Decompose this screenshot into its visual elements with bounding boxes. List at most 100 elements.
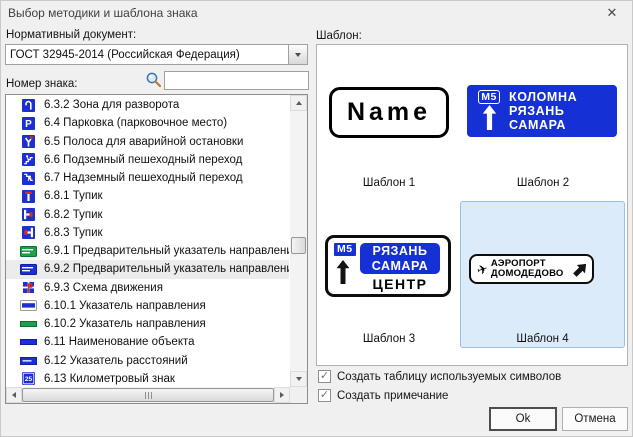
template-4-sign: ✈ АЭРОПОРТ ДОМОДЕДОВО [469,254,594,284]
template-2-caption: Шаблон 2 [461,177,625,189]
list-item-label: 6.5 Полоса для аварийной остановки [44,136,243,148]
list-item[interactable]: 6.9.1 Предварительный указатель направле… [6,242,289,260]
km-icon: 25 [19,372,37,385]
template-1-sign: Name [329,87,449,138]
list-item[interactable]: 6.9.3 Схема движения [6,279,289,297]
template-2-tile[interactable]: М5 КОЛОМНА РЯЗАНЬ САМАРА Шаблон 2 [461,63,625,200]
sign-green-icon [19,246,37,257]
template-3-tile[interactable]: М5 РЯЗАНЬ САМАРА ЦЕНТР Шаблон 3 [319,205,459,349]
arrow-up-icon [336,260,350,284]
template-group-label: Шаблон: [316,30,362,42]
scroll-up-button[interactable] [290,95,307,111]
list-item[interactable]: 6.8.1 Тупик [6,187,289,205]
template-1-sign-text: Name [347,98,431,127]
template-4-tile[interactable]: ✈ АЭРОПОРТ ДОМОДЕДОВО Шаблон 4 [460,201,625,348]
fork-icon [19,135,37,148]
template-4-destinations: АЭРОПОРТ ДОМОДЕДОВО [488,259,572,279]
list-item-label: 6.12 Указатель расстояний [44,355,188,367]
schema-icon [19,281,37,294]
horizontal-scrollbar[interactable] [6,387,290,403]
svg-text:P: P [25,119,32,130]
arrow-left-icon [12,392,16,398]
check-icon: ✓ [320,371,329,382]
deadend-top-icon [19,190,37,203]
list-item-label: 6.7 Надземный пешеходный переход [44,172,243,184]
template-3-destinations: РЯЗАНЬ САМАРА [360,243,440,274]
list-item-label: 6.10.1 Указатель направления [44,300,206,312]
deadend-left-icon [19,226,37,239]
list-item[interactable]: 6.10.1 Указатель направления [6,297,289,315]
list-item-label: 6.8.1 Тупик [44,190,103,202]
parking-icon: P [19,117,37,130]
sign-list-rows: 6.3.2 Зона для разворота P 6.4 Парковка (п… [6,96,289,386]
destination-line: РЯЗАНЬ [509,104,612,118]
list-item[interactable]: 6.10.2 Указатель направления [6,315,289,333]
list-item[interactable]: 6.6 Подземный пешеходный переход [6,151,289,169]
list-item[interactable]: 6.3.2 Зона для разворота [6,96,289,114]
list-item[interactable]: 6.5 Полоса для аварийной остановки [6,133,289,151]
list-item-label: 6.13 Километровый знак [44,373,175,385]
bar-blue-icon [19,339,37,345]
cancel-button[interactable]: Отмена [562,407,628,431]
normative-doc-select[interactable]: ГОСТ 32945-2014 (Российская Федерация) [5,44,308,65]
overpass-icon [19,172,37,185]
list-item-label: 6.4 Парковка (парковочное место) [44,117,227,129]
template-2-sign: М5 КОЛОМНА РЯЗАНЬ САМАРА [467,85,617,137]
template-1-tile[interactable]: Name Шаблон 1 [319,65,459,200]
dropdown-button[interactable] [288,45,307,64]
list-item-label: 6.11 Наименование объекта [44,336,195,348]
template-2-left-column: М5 [474,90,504,132]
arrow-up-icon [296,101,302,105]
vertical-scrollbar-thumb[interactable] [291,237,306,254]
checkbox-row-note: ✓ Создать примечание [318,389,448,402]
checkbox-note-label: Создать примечание [337,390,448,402]
list-item[interactable]: 6.7 Надземный пешеходный переход [6,169,289,187]
ok-button[interactable]: Ok [489,407,557,431]
underpass-icon [19,153,37,166]
sign-number-input[interactable] [164,71,309,90]
list-item[interactable]: 6.8.2 Тупик [6,206,289,224]
scroll-right-button[interactable] [274,387,290,403]
template-1-caption: Шаблон 1 [319,177,459,189]
arrow-up-icon [482,105,497,130]
sign-blue-icon [19,264,37,275]
list-item[interactable]: 25 6.13 Километровый знак [6,370,289,386]
list-item[interactable]: P 6.4 Парковка (парковочное место) [6,114,289,132]
list-item-label: 6.9.1 Предварительный указатель направле… [44,245,289,257]
normative-doc-label: Нормативный документ: [6,29,136,41]
list-item-label: 6.6 Подземный пешеходный переход [44,154,242,166]
list-item-label: 6.8.3 Тупик [44,227,103,239]
horizontal-scrollbar-thumb[interactable] [22,388,274,402]
close-icon[interactable]: ✕ [601,4,623,22]
list-item-label: 6.8.2 Тупик [44,209,103,221]
list-item[interactable]: 6.12 Указатель расстояний [6,352,289,370]
vertical-scrollbar[interactable] [290,95,307,387]
checkbox-symbols-table-label: Создать таблицу используемых символов [337,371,561,383]
uturn-icon [19,99,37,112]
list-item-label: 6.9.2 Предварительный указатель направле… [44,263,289,275]
dialog-title: Выбор методики и шаблона знака [8,6,198,20]
list-item[interactable]: 6.8.3 Тупик [6,224,289,242]
checkbox-symbols-table[interactable]: ✓ [318,370,331,383]
template-3-caption: Шаблон 3 [319,333,459,345]
list-item-label: 6.9.3 Схема движения [44,282,163,294]
list-item-label: 6.3.2 Зона для разворота [44,99,179,111]
template-groupbox: Name Шаблон 1 М5 КОЛОМНА РЯЗАНЬ САМАРА Ш… [316,44,628,366]
chevron-down-icon [295,53,301,57]
destination-line: КОЛОМНА [509,90,612,104]
checkbox-note[interactable]: ✓ [318,389,331,402]
template-3-sign: М5 РЯЗАНЬ САМАРА ЦЕНТР [325,235,451,297]
sign-white-icon [19,300,37,311]
arrow-down-icon [296,377,302,381]
scroll-left-button[interactable] [6,387,22,403]
list-item-label: 6.10.2 Указатель направления [44,318,206,330]
route-badge: М5 [334,243,356,256]
list-item[interactable]: 6.9.2 Предварительный указатель направле… [6,260,289,278]
sign-number-label: Номер знака: [6,78,78,90]
sign-list[interactable]: 6.3.2 Зона для разворота P 6.4 Парковка (п… [5,94,308,404]
scroll-down-button[interactable] [290,371,307,387]
destination-line: САМАРА [509,118,612,132]
search-icon[interactable] [145,71,163,89]
list-item[interactable]: 6.11 Наименование объекта [6,333,289,351]
template-2-destinations: КОЛОМНА РЯЗАНЬ САМАРА [504,90,612,132]
